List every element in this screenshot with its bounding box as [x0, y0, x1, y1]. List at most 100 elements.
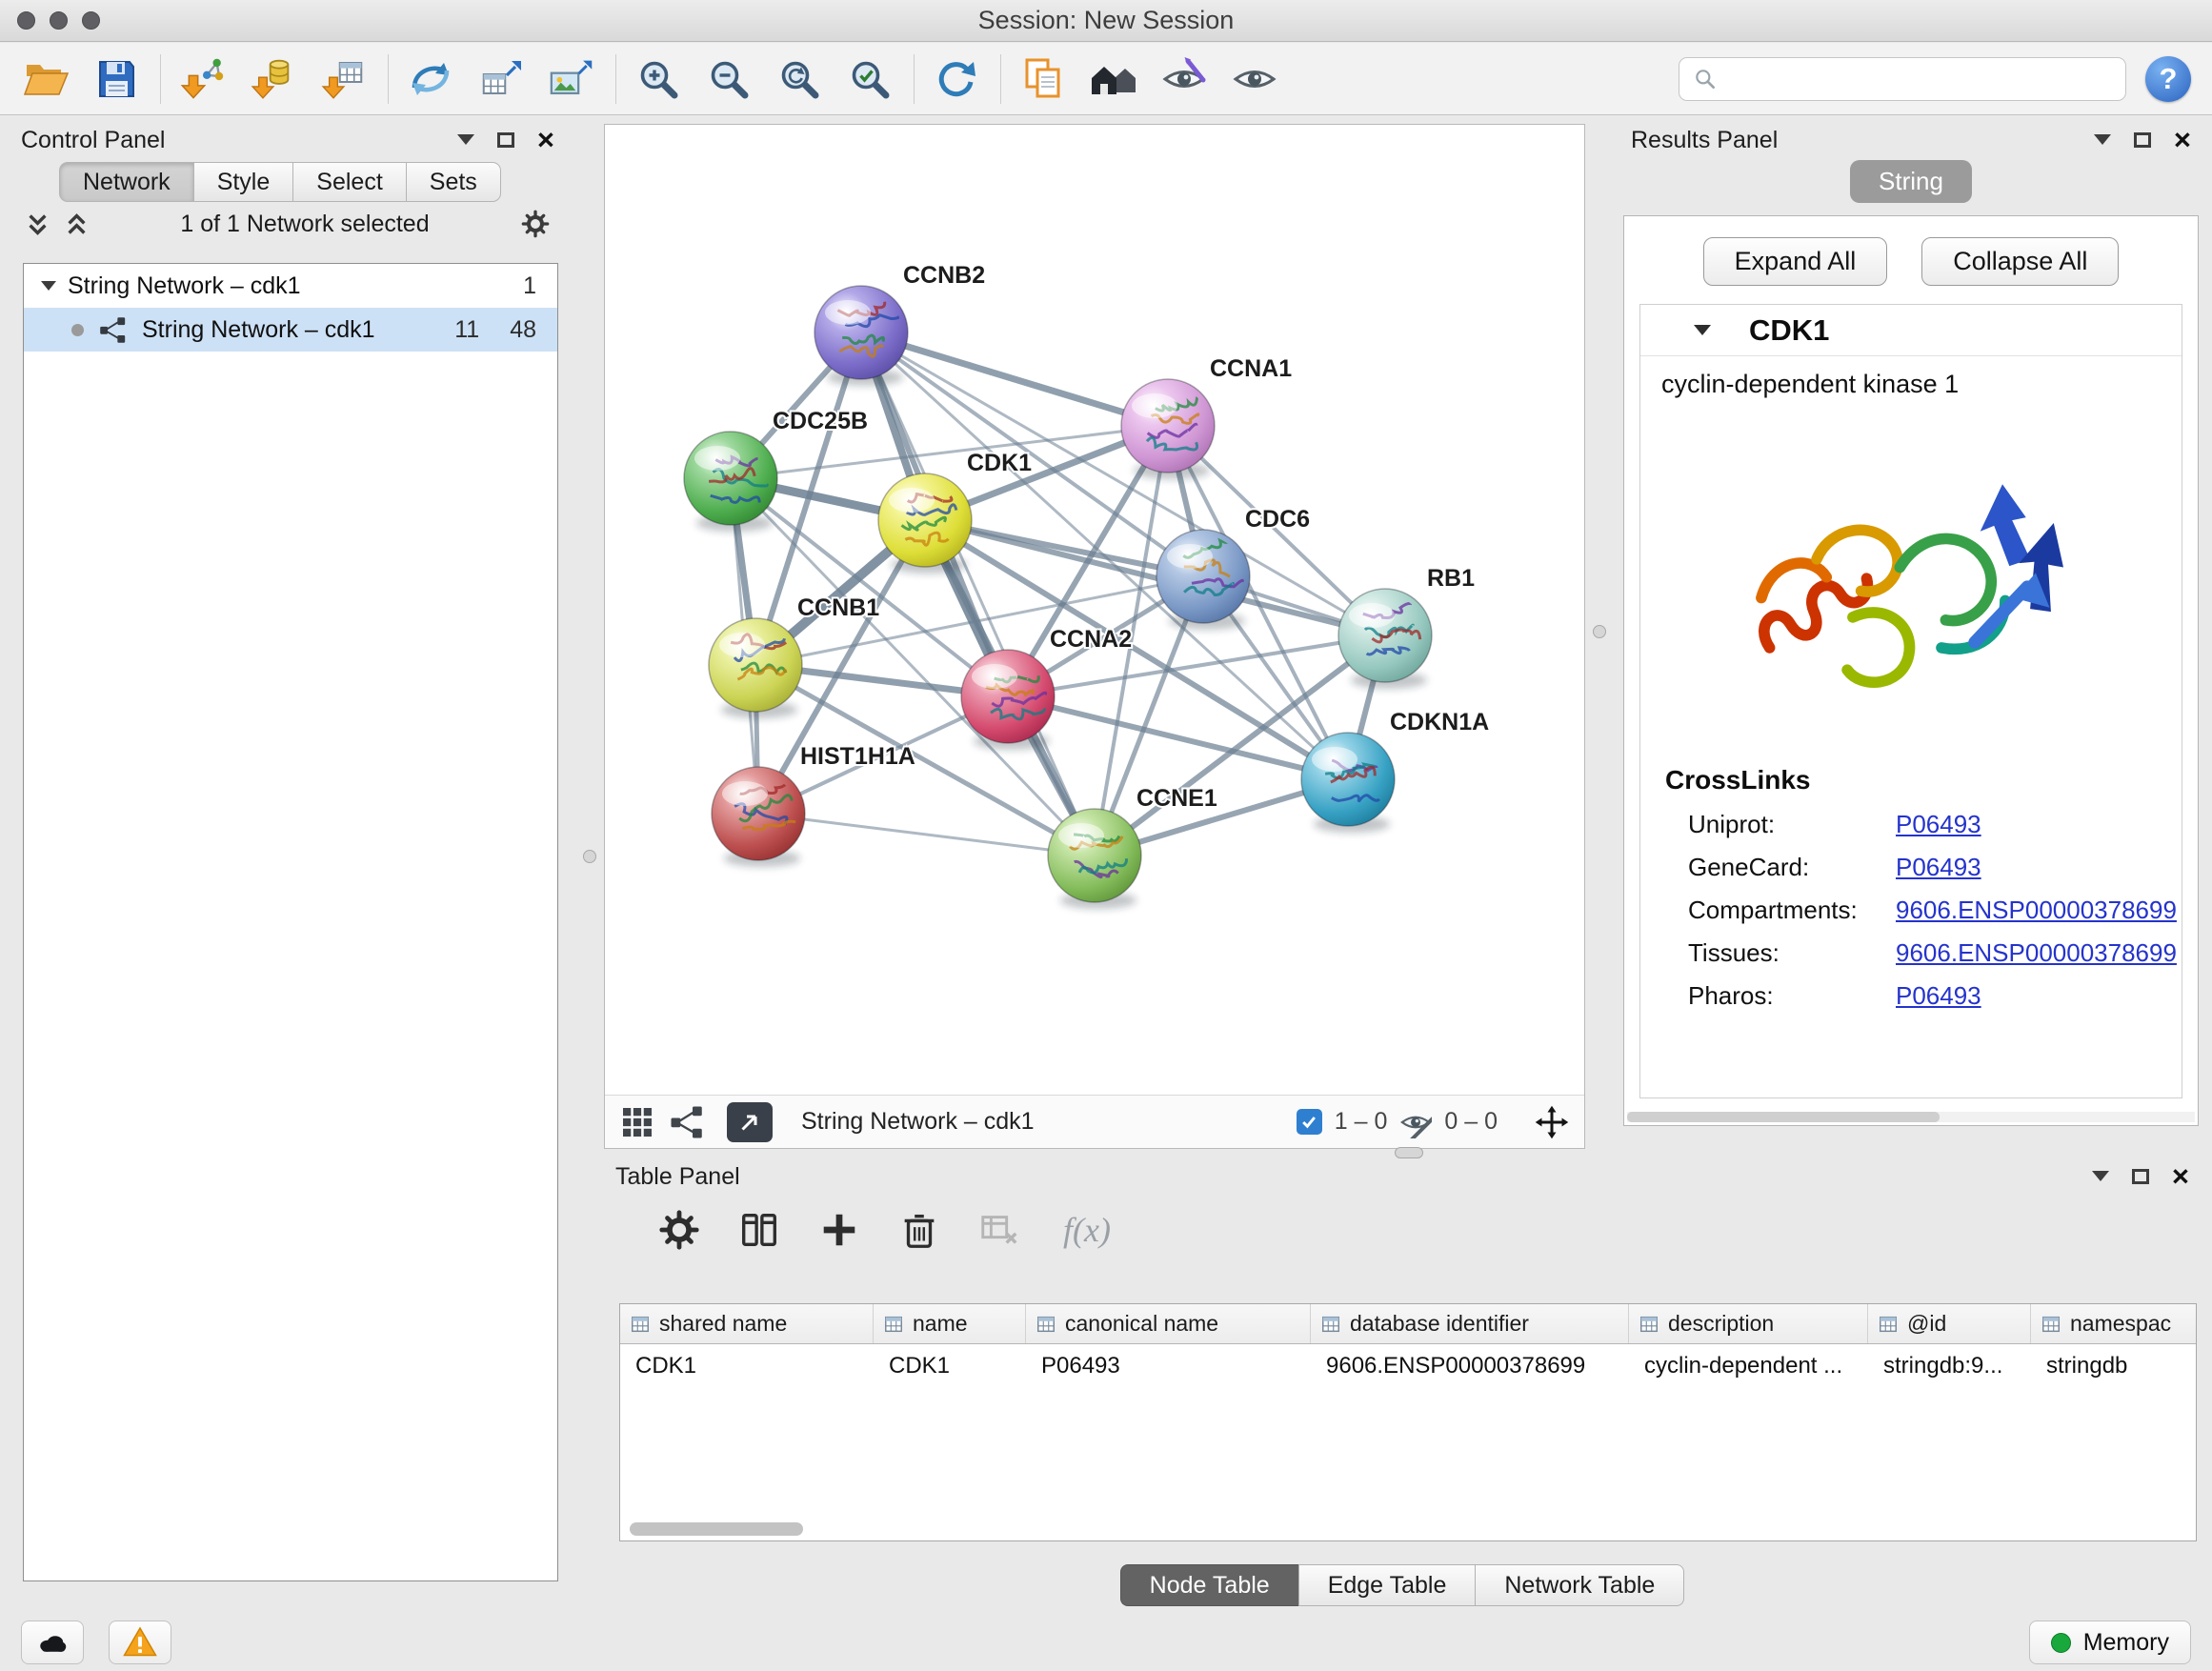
splitter-handle[interactable]: [1395, 1147, 1423, 1158]
apply-layout-button[interactable]: [926, 50, 987, 109]
float-panel-icon[interactable]: [497, 132, 514, 148]
tab-network[interactable]: Network: [59, 162, 193, 202]
new-network-from-selection-button[interactable]: [471, 50, 532, 109]
home-button[interactable]: [1083, 50, 1144, 109]
expand-all-button[interactable]: Expand All: [1703, 237, 1888, 286]
float-panel-icon[interactable]: [2132, 1169, 2149, 1184]
table-options-gear-icon[interactable]: [657, 1208, 701, 1252]
protein-section-header[interactable]: CDK1: [1640, 305, 2182, 356]
zoom-in-button[interactable]: [628, 50, 689, 109]
cell-name[interactable]: CDK1: [874, 1353, 1026, 1379]
column-header-shared-name[interactable]: shared name: [620, 1304, 874, 1343]
network-options-gear-icon[interactable]: [520, 209, 551, 239]
section-expand-icon[interactable]: [1694, 325, 1711, 335]
search-input[interactable]: [1727, 66, 2112, 92]
cell-shared-name[interactable]: CDK1: [620, 1353, 874, 1379]
network-row-selected[interactable]: String Network – cdk1 11 48: [24, 308, 557, 352]
results-horizontal-scrollbar[interactable]: [1627, 1112, 2195, 1122]
grid-view-icon[interactable]: [620, 1105, 654, 1139]
column-header-description[interactable]: description: [1629, 1304, 1868, 1343]
tab-style[interactable]: Style: [193, 162, 293, 202]
network-edge[interactable]: [861, 332, 1168, 426]
cell-namespace[interactable]: stringdb: [2031, 1353, 2197, 1379]
string-tab[interactable]: String: [1850, 160, 1972, 203]
hide-graphics-details-button[interactable]: [1154, 50, 1215, 109]
close-panel-icon[interactable]: ×: [2174, 129, 2191, 152]
network-node-CCNE1[interactable]: CCNE1: [1048, 785, 1217, 909]
share-view-icon[interactable]: [670, 1105, 704, 1139]
table-horizontal-scrollbar[interactable]: [630, 1522, 803, 1536]
toolbar-search[interactable]: [1679, 57, 2126, 101]
column-header-id[interactable]: @id: [1868, 1304, 2031, 1343]
pan-move-icon[interactable]: [1535, 1105, 1569, 1139]
column-header-canonical-name[interactable]: canonical name: [1026, 1304, 1311, 1343]
network-node-CDK1[interactable]: CDK1: [878, 450, 1032, 574]
scrollbar-thumb[interactable]: [1627, 1112, 1940, 1122]
collapse-all-button[interactable]: Collapse All: [1921, 237, 2119, 286]
genecard-link[interactable]: P06493: [1896, 853, 1981, 882]
cell-database-identifier[interactable]: 9606.ENSP00000378699: [1311, 1353, 1629, 1379]
minimize-window-icon[interactable]: [50, 11, 68, 30]
expand-all-icon[interactable]: [64, 211, 90, 237]
hidden-eye-icon[interactable]: [1399, 1106, 1432, 1138]
zoom-fit-button[interactable]: [769, 50, 830, 109]
float-panel-icon[interactable]: [2134, 132, 2151, 148]
import-network-from-database-button[interactable]: [243, 50, 304, 109]
compartments-link[interactable]: 9606.ENSP00000378699: [1896, 896, 2177, 925]
cell-description[interactable]: cyclin-dependent ...: [1629, 1353, 1868, 1379]
save-session-button[interactable]: [86, 50, 147, 109]
show-columns-icon[interactable]: [737, 1208, 781, 1252]
column-header-name[interactable]: name: [874, 1304, 1026, 1343]
tab-edge-table[interactable]: Edge Table: [1298, 1564, 1476, 1606]
network-node-RB1[interactable]: RB1: [1338, 565, 1475, 689]
collapse-all-icon[interactable]: [25, 211, 50, 237]
panel-menu-icon[interactable]: [2092, 1171, 2109, 1181]
column-header-database-identifier[interactable]: database identifier: [1311, 1304, 1629, 1343]
help-button[interactable]: ?: [2145, 56, 2191, 102]
network-edge[interactable]: [861, 332, 1095, 856]
column-header-namespace[interactable]: namespac: [2031, 1304, 2197, 1343]
memory-button[interactable]: Memory: [2029, 1621, 2191, 1664]
export-image-button[interactable]: [541, 50, 602, 109]
network-canvas[interactable]: CCNB2CCNA1CDC25BCDK1CDC6RB1CCNB1CCNA2CDK…: [605, 125, 1584, 1095]
close-window-icon[interactable]: [17, 11, 35, 30]
show-graphics-details-button[interactable]: [1224, 50, 1285, 109]
first-neighbors-button[interactable]: [400, 50, 461, 109]
network-canvas-area[interactable]: CCNB2CCNA1CDC25BCDK1CDC6RB1CCNB1CCNA2CDK…: [605, 125, 1584, 1095]
close-panel-icon[interactable]: ×: [537, 129, 554, 152]
network-node-HIST1H1A[interactable]: HIST1H1A: [712, 743, 915, 867]
import-network-from-file-button[interactable]: [172, 50, 233, 109]
panel-menu-icon[interactable]: [2094, 134, 2111, 145]
open-session-button[interactable]: [15, 50, 76, 109]
tissues-link[interactable]: 9606.ENSP00000378699: [1896, 938, 2177, 968]
delete-column-icon[interactable]: [897, 1208, 941, 1252]
cell-id[interactable]: stringdb:9...: [1868, 1353, 2031, 1379]
panel-menu-icon[interactable]: [457, 134, 474, 145]
tab-node-table[interactable]: Node Table: [1120, 1564, 1298, 1606]
warnings-button[interactable]: [109, 1621, 171, 1664]
table-row[interactable]: CDK1 CDK1 P06493 9606.ENSP00000378699 cy…: [620, 1344, 2196, 1388]
copy-document-button[interactable]: [1013, 50, 1074, 109]
network-edge[interactable]: [758, 814, 1095, 856]
zoom-out-button[interactable]: [698, 50, 759, 109]
close-panel-icon[interactable]: ×: [2172, 1165, 2189, 1189]
network-node-CDKN1A[interactable]: CDKN1A: [1301, 709, 1489, 833]
splitter-handle[interactable]: [1593, 625, 1606, 638]
pharos-link[interactable]: P06493: [1896, 981, 1981, 1011]
splitter-handle[interactable]: [583, 850, 596, 863]
collection-expand-icon[interactable]: [41, 281, 56, 291]
birds-eye-view-button[interactable]: [727, 1102, 773, 1142]
tab-select[interactable]: Select: [292, 162, 405, 202]
zoom-selected-button[interactable]: [839, 50, 900, 109]
network-collection-row[interactable]: String Network – cdk1 1: [24, 264, 557, 308]
uniprot-link[interactable]: P06493: [1896, 810, 1981, 839]
selected-checkbox[interactable]: [1297, 1109, 1322, 1135]
import-table-from-file-button[interactable]: [313, 50, 374, 109]
cell-canonical-name[interactable]: P06493: [1026, 1353, 1311, 1379]
add-column-icon[interactable]: [817, 1208, 861, 1252]
maximize-window-icon[interactable]: [82, 11, 100, 30]
tab-network-table[interactable]: Network Table: [1475, 1564, 1684, 1606]
tab-sets[interactable]: Sets: [406, 162, 501, 202]
network-node-CCNB1[interactable]: CCNB1: [709, 594, 879, 718]
cloud-status-button[interactable]: [21, 1621, 84, 1664]
